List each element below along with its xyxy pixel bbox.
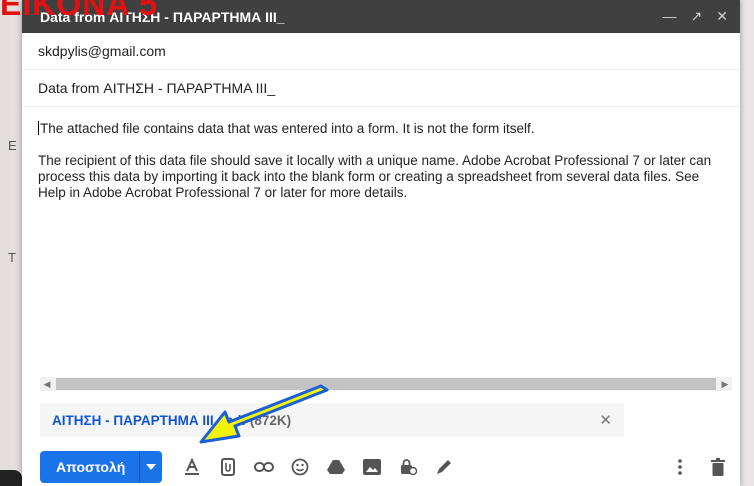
signature-icon[interactable] xyxy=(434,457,454,477)
send-button-group: Αποστολή xyxy=(40,451,163,483)
scrollbar-thumb[interactable] xyxy=(56,378,716,390)
message-body[interactable]: The attached file contains data that was… xyxy=(22,107,740,201)
close-icon[interactable]: ✕ xyxy=(716,8,728,25)
body-paragraph: The attached file contains data that was… xyxy=(40,121,535,136)
highlight-arrow-icon xyxy=(199,384,329,444)
scroll-right-icon[interactable]: ▶ xyxy=(718,379,732,390)
background-element xyxy=(0,470,22,486)
body-paragraph: The recipient of this data file should s… xyxy=(38,153,712,200)
remove-attachment-icon[interactable]: ✕ xyxy=(599,411,612,429)
text-cursor xyxy=(38,121,39,135)
recipient-address: skdpylis@gmail.com xyxy=(38,43,166,59)
background-letter: E xyxy=(8,138,17,153)
fullscreen-icon[interactable]: ↗ xyxy=(691,8,703,25)
formatting-icon[interactable] xyxy=(182,457,202,477)
background-page: E T xyxy=(0,0,22,486)
attach-icon[interactable] xyxy=(218,457,238,477)
horizontal-scrollbar[interactable]: ◀ ▶ xyxy=(40,377,732,391)
subject-field[interactable]: Data from ΑΙΤΗΣΗ - ΠΑΡΑΡΤΗΜΑ III_ xyxy=(22,70,740,107)
send-options-icon[interactable] xyxy=(139,451,162,483)
minimize-icon[interactable]: — xyxy=(663,8,677,25)
confidential-icon[interactable] xyxy=(398,457,418,477)
link-icon[interactable] xyxy=(254,457,275,477)
compose-toolbar: Αποστολή xyxy=(40,450,732,484)
caption-label: EIKONA 5 xyxy=(0,0,158,22)
background-letter: T xyxy=(8,250,16,265)
trash-icon[interactable] xyxy=(708,457,728,477)
emoji-icon[interactable] xyxy=(290,457,310,477)
more-options-icon[interactable] xyxy=(670,457,690,477)
drive-icon[interactable] xyxy=(326,457,346,477)
scroll-left-icon[interactable]: ◀ xyxy=(40,379,54,390)
photo-icon[interactable] xyxy=(362,457,382,477)
compose-window: Data from ΑΙΤΗΣΗ - ΠΑΡΑΡΤΗΜΑ III_ — ↗ ✕ … xyxy=(22,0,740,486)
subject-text: Data from ΑΙΤΗΣΗ - ΠΑΡΑΡΤΗΜΑ III_ xyxy=(38,80,276,96)
recipients-field[interactable]: skdpylis@gmail.com xyxy=(22,33,740,70)
send-button[interactable]: Αποστολή xyxy=(40,451,139,483)
